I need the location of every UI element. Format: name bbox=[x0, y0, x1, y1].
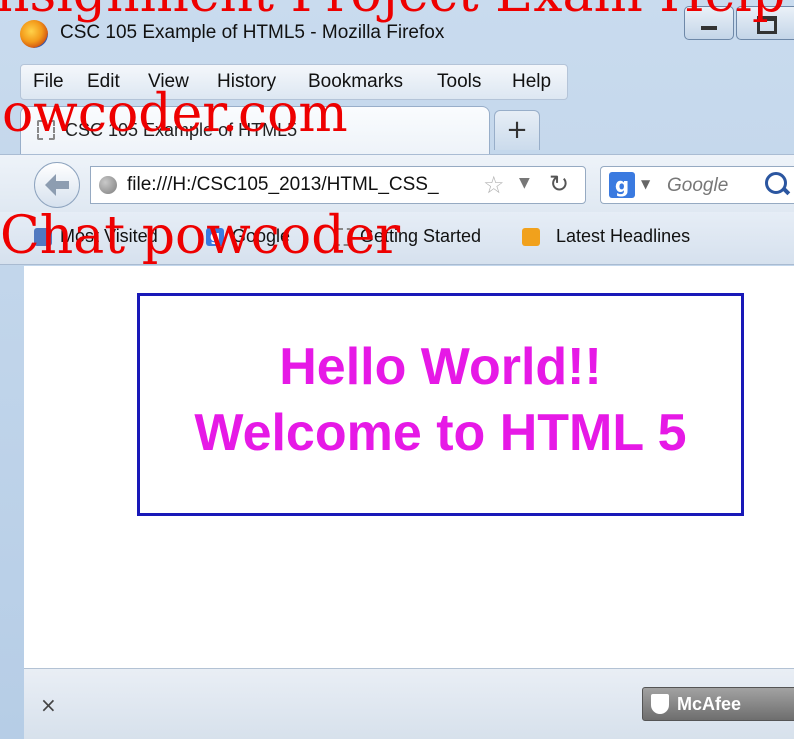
globe-icon bbox=[99, 176, 117, 194]
mcafee-button[interactable]: McAfee bbox=[642, 687, 794, 721]
watermark-text: Chat powcoder bbox=[0, 206, 401, 266]
window-title: CSC 105 Example of HTML5 - Mozilla Firef… bbox=[60, 22, 445, 43]
rss-icon bbox=[522, 228, 540, 246]
url-dropdown-icon[interactable]: ▼ bbox=[519, 175, 530, 191]
bookmark-star-icon[interactable]: ☆ bbox=[483, 171, 505, 199]
add-on-bar: × McAfee bbox=[24, 668, 794, 739]
firefox-logo-icon bbox=[20, 20, 48, 48]
search-engine-dropdown-icon[interactable]: ▼ bbox=[641, 177, 650, 191]
page-content: Hello World!! Welcome to HTML 5 bbox=[24, 266, 794, 668]
bookmark-latest-headlines[interactable]: Latest Headlines bbox=[556, 226, 690, 247]
new-tab-button[interactable]: + bbox=[494, 110, 540, 150]
watermark-text-top: nsignment Project Exam Help bbox=[0, 0, 785, 22]
reload-icon[interactable]: ↻ bbox=[549, 170, 569, 198]
search-icon[interactable] bbox=[765, 172, 787, 194]
mcafee-shield-icon bbox=[651, 694, 669, 714]
url-bar[interactable]: file:///H:/CSC105_2013/HTML_CSS_ ☆ ▼ ↻ bbox=[90, 166, 586, 204]
hello-box: Hello World!! Welcome to HTML 5 bbox=[137, 293, 744, 516]
close-add-on-bar-button[interactable]: × bbox=[40, 693, 57, 717]
watermark-text: owcoder.com bbox=[2, 84, 348, 144]
back-arrow-icon bbox=[45, 174, 69, 196]
hello-heading: Hello World!! bbox=[279, 338, 602, 396]
navigation-toolbar: file:///H:/CSC105_2013/HTML_CSS_ ☆ ▼ ↻ g… bbox=[0, 154, 794, 213]
welcome-heading: Welcome to HTML 5 bbox=[194, 404, 687, 462]
mcafee-label: McAfee bbox=[677, 694, 742, 714]
back-button[interactable] bbox=[34, 162, 80, 208]
search-box[interactable]: g ▼ Google bbox=[600, 166, 794, 204]
menu-help[interactable]: Help bbox=[512, 71, 551, 93]
menu-tools[interactable]: Tools bbox=[437, 71, 481, 93]
browser-window: CSC 105 Example of HTML5 - Mozilla Firef… bbox=[0, 0, 794, 739]
search-input[interactable]: Google bbox=[667, 175, 728, 197]
url-text[interactable]: file:///H:/CSC105_2013/HTML_CSS_ bbox=[127, 174, 482, 196]
google-icon[interactable]: g bbox=[609, 172, 635, 198]
